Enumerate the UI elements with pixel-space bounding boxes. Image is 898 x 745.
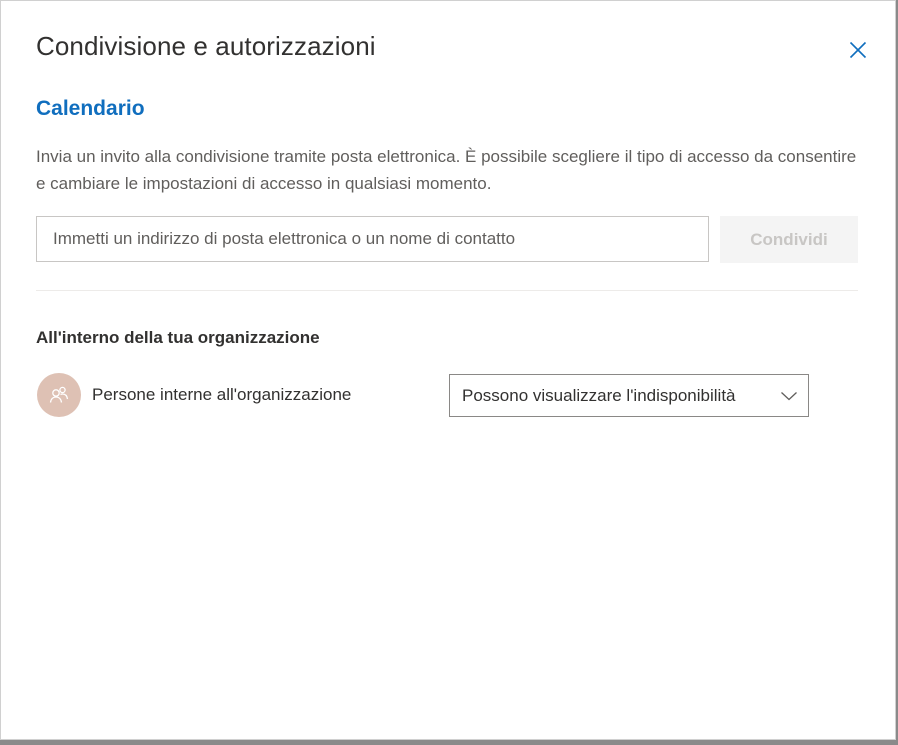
section-divider <box>36 290 858 291</box>
chevron-down-icon <box>781 392 797 401</box>
dialog-title: Condivisione e autorizzazioni <box>36 31 376 61</box>
sharing-dialog: Condivisione e autorizzazioni Calendario… <box>0 0 896 740</box>
share-button[interactable]: Condividi <box>720 216 858 263</box>
organization-heading: All'interno della tua organizzazione <box>36 328 320 347</box>
permission-value: Possono visualizzare l'indisponibilità <box>462 385 736 405</box>
calendar-heading: Calendario <box>36 97 145 120</box>
close-icon <box>849 41 867 59</box>
email-contact-input[interactable] <box>36 216 709 262</box>
close-button[interactable] <box>843 35 873 65</box>
avatar <box>37 373 81 417</box>
sharing-description: Invia un invito alla condivisione tramit… <box>36 147 857 193</box>
member-label: Persone interne all'organizzazione <box>92 385 352 404</box>
permission-dropdown[interactable]: Possono visualizzare l'indisponibilità <box>449 374 809 417</box>
people-icon <box>49 386 69 403</box>
